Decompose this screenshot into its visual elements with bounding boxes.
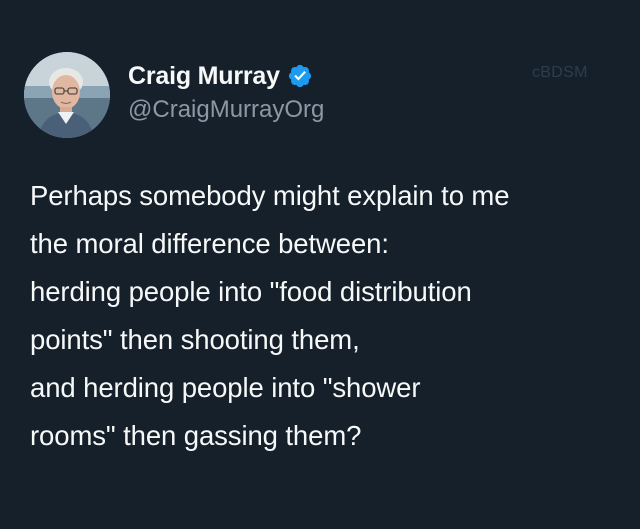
watermark: cBDSM: [532, 64, 588, 81]
tweet-text-line: Perhaps somebody might explain to me: [30, 180, 510, 211]
avatar-photo: [24, 52, 110, 138]
tweet-text-line: rooms" then gassing them?: [30, 420, 362, 451]
tweet-card: Craig Murray @CraigMurrayOrg cBDSM Perha…: [0, 0, 640, 529]
tweet-text-line: points" then shooting them,: [30, 324, 360, 355]
avatar[interactable]: [24, 52, 110, 138]
tweet-text-line: the moral difference between:: [30, 228, 389, 259]
tweet-text-line: herding people into "food distribution: [30, 276, 472, 307]
verified-badge-icon: [287, 63, 313, 89]
author-handle[interactable]: @CraigMurrayOrg: [128, 96, 324, 124]
author-name-row: Craig Murray: [128, 60, 313, 92]
display-name[interactable]: Craig Murray: [128, 62, 280, 91]
tweet-text-line: and herding people into "shower: [30, 372, 421, 403]
tweet-text: Perhaps somebody might explain to me the…: [30, 172, 630, 460]
